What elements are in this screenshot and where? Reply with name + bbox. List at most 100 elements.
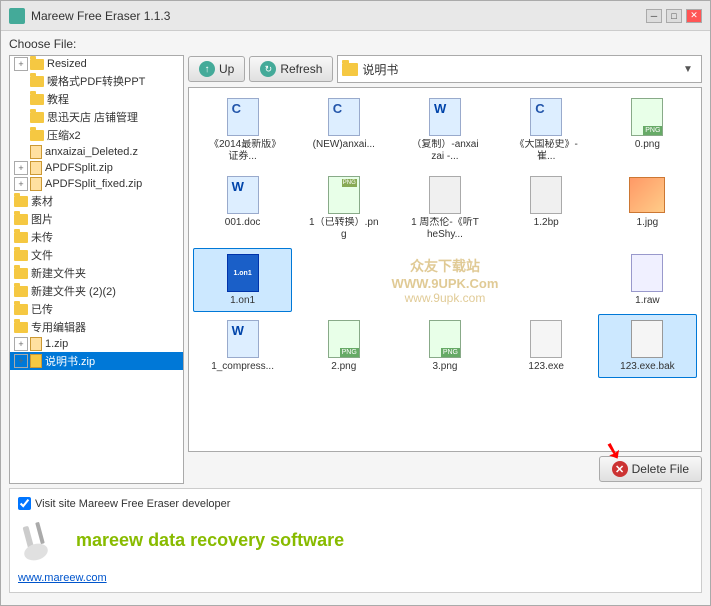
content-area: Choose File: + Resized 嗳格式PDF转换PPT xyxy=(1,31,710,605)
ad-text: mareew data recovery software xyxy=(76,530,344,551)
file-icon-wrapper: C xyxy=(526,97,566,137)
mareew-link[interactable]: www.mareew.com xyxy=(18,572,107,584)
tree-item-pictures[interactable]: 图片 xyxy=(10,210,183,228)
tree-item-material[interactable]: 素材 xyxy=(10,192,183,210)
file-item[interactable]: PNG 2.png xyxy=(294,314,393,378)
folder-icon xyxy=(14,322,28,333)
tree-item-uploaded[interactable]: 已传 xyxy=(10,300,183,318)
folder-icon xyxy=(30,94,44,105)
file-item[interactable]: 1.raw xyxy=(598,248,697,312)
expand-icon[interactable]: + xyxy=(14,161,28,175)
file-item[interactable]: PNG 1（已转换）.png xyxy=(294,170,393,246)
tree-item-editor[interactable]: 专用编辑器 xyxy=(10,318,183,336)
maximize-button[interactable]: □ xyxy=(666,9,682,23)
file-item-selected[interactable]: 1.on1 1.on1 xyxy=(193,248,292,312)
file-item[interactable]: C (NEW)anxai... xyxy=(294,92,393,168)
tree-label: 1.zip xyxy=(45,338,68,350)
title-bar: Mareew Free Eraser 1.1.3 ─ □ ✕ xyxy=(1,1,710,31)
file-item[interactable]: 1 周杰伦-《听TheShy... xyxy=(395,170,494,246)
tree-item-1zip[interactable]: + 1.zip xyxy=(10,336,183,352)
dropdown-arrow[interactable]: ▼ xyxy=(683,64,697,75)
file-icon-wrapper xyxy=(627,253,667,293)
file-item[interactable]: W 1_compress... xyxy=(193,314,292,378)
tree-item-anxaizai[interactable]: anxaizai_Deleted.z xyxy=(10,144,183,160)
expand-icon[interactable]: + xyxy=(14,354,28,368)
file-item[interactable]: PNG 0.png xyxy=(598,92,697,168)
zip-icon xyxy=(30,161,42,175)
file-item[interactable]: 1.2bp xyxy=(497,170,596,246)
expand-icon[interactable]: + xyxy=(14,57,28,71)
up-button[interactable]: ↑ Up xyxy=(188,56,245,82)
file-label: 1（已转换）.png xyxy=(308,217,380,241)
generic-icon xyxy=(530,176,562,214)
png-icon: PNG xyxy=(631,98,663,136)
tree-label: 压缩x2 xyxy=(47,127,81,143)
broom-icon xyxy=(18,516,66,564)
folder-icon xyxy=(14,196,28,207)
file-label: 1.2bp xyxy=(534,217,559,229)
tree-label: APDFSplit_fixed.zip xyxy=(45,178,142,190)
path-folder-icon xyxy=(342,63,358,76)
file-icon-wrapper xyxy=(425,175,465,215)
folder-icon xyxy=(30,130,44,141)
folder-icon xyxy=(14,232,28,243)
folder-icon xyxy=(14,286,28,297)
expand-icon[interactable]: + xyxy=(14,177,28,191)
ad-link-row: www.mareew.com xyxy=(18,570,693,584)
tree-item-files[interactable]: 文件 xyxy=(10,246,183,264)
tree-label: 嗳格式PDF转换PPT xyxy=(47,73,145,89)
file-icon-wrapper: C xyxy=(223,97,263,137)
file-label: (NEW)anxai... xyxy=(313,139,375,151)
h-scrollbar[interactable] xyxy=(10,483,183,484)
file-label: 1 周杰伦-《听TheShy... xyxy=(409,217,481,241)
blue-dark-icon: 1.on1 xyxy=(227,254,259,292)
file-icon-wrapper xyxy=(526,319,566,359)
tree-item-shop[interactable]: 思迅天店 店铺管理 xyxy=(10,108,183,126)
refresh-button[interactable]: ↻ Refresh xyxy=(249,56,333,82)
tree-scroll[interactable]: + Resized 嗳格式PDF转换PPT 教程 思迅天店 店铺管理 xyxy=(10,56,183,483)
tree-item-compress[interactable]: 压缩x2 xyxy=(10,126,183,144)
file-item[interactable]: 123.exe xyxy=(497,314,596,378)
file-icon-wrapper: 1.on1 xyxy=(223,253,263,293)
zip-icon xyxy=(30,177,42,191)
tree-item-new-folder2[interactable]: 新建文件夹 (2)(2) xyxy=(10,282,183,300)
path-combo[interactable]: 说明书 ▼ xyxy=(337,55,702,83)
tree-item-pdf[interactable]: 嗳格式PDF转换PPT xyxy=(10,72,183,90)
file-item[interactable]: C 《大国秘史》- 崔... xyxy=(497,92,596,168)
file-item[interactable]: 1.jpg xyxy=(598,170,697,246)
window-title: Mareew Free Eraser 1.1.3 xyxy=(31,9,646,23)
file-label: 123.exe.bak xyxy=(620,361,675,373)
file-item-bak[interactable]: 123.exe.bak xyxy=(598,314,697,378)
minimize-button[interactable]: ─ xyxy=(646,9,662,23)
tree-label: anxaizai_Deleted.z xyxy=(45,146,138,158)
generic-icon xyxy=(429,176,461,214)
tree-item-tutorial[interactable]: 教程 xyxy=(10,90,183,108)
file-icon-wrapper: C xyxy=(324,97,364,137)
watermark-zone: 众友下载站 WWW.9UPK.Com www.9upk.com xyxy=(294,248,596,312)
tree-item-apdfsplit-fixed[interactable]: + APDFSplit_fixed.zip xyxy=(10,176,183,192)
file-item[interactable]: C 《2014最新版》证券... xyxy=(193,92,292,168)
file-icon-wrapper xyxy=(627,319,667,359)
file-label: 3.png xyxy=(432,361,457,373)
tree-item-notupload[interactable]: 未传 xyxy=(10,228,183,246)
bottom-panel: Visit site Mareew Free Eraser developer … xyxy=(9,488,702,593)
close-button[interactable]: ✕ xyxy=(686,9,702,23)
tree-item-manual[interactable]: + 说明书.zip xyxy=(10,352,183,370)
refresh-label: Refresh xyxy=(280,62,322,76)
doc-icon: W xyxy=(227,176,259,214)
file-label: 《2014最新版》证券... xyxy=(207,139,279,163)
file-item[interactable]: W 001.doc xyxy=(193,170,292,246)
expand-icon[interactable]: + xyxy=(14,337,28,351)
folder-icon xyxy=(14,214,28,225)
folder-icon xyxy=(30,76,44,87)
tree-label: Resized xyxy=(47,58,87,70)
file-item[interactable]: PNG 3.png xyxy=(395,314,494,378)
tree-item-resized[interactable]: + Resized xyxy=(10,56,183,72)
tree-item-new-folder[interactable]: 新建文件夹 xyxy=(10,264,183,282)
doc-icon: C xyxy=(227,98,259,136)
tree-panel: + Resized 嗳格式PDF转换PPT 教程 思迅天店 店铺管理 xyxy=(9,55,184,484)
tree-item-apdfsplit[interactable]: + APDFSplit.zip xyxy=(10,160,183,176)
file-item[interactable]: W （复制）-anxaizai -... xyxy=(395,92,494,168)
visit-site-checkbox[interactable] xyxy=(18,497,31,510)
bak-icon xyxy=(631,320,663,358)
